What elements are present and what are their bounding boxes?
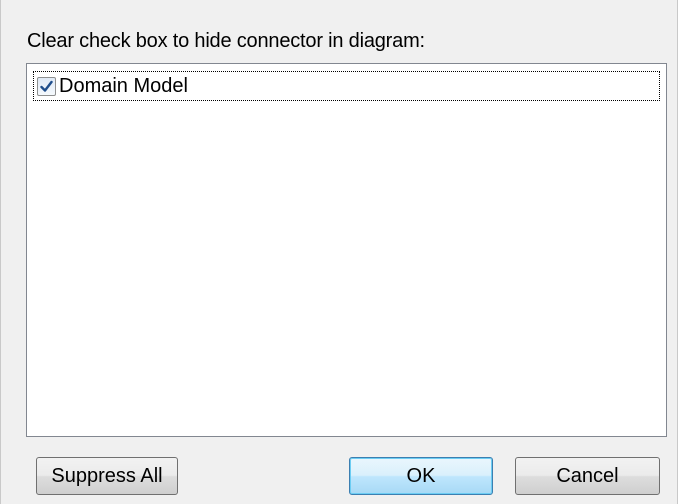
connector-list[interactable]: Domain Model — [26, 63, 667, 437]
hide-connectors-dialog: Clear check box to hide connector in dia… — [0, 0, 678, 504]
connector-list-item[interactable]: Domain Model — [33, 71, 660, 101]
connector-label: Domain Model — [59, 74, 188, 97]
instruction-label: Clear check box to hide connector in dia… — [27, 30, 425, 52]
ok-button[interactable]: OK — [349, 457, 493, 495]
checkmark-icon — [40, 80, 53, 92]
cancel-button[interactable]: Cancel — [515, 457, 660, 495]
suppress-all-button[interactable]: Suppress All — [36, 457, 178, 495]
connector-checkbox[interactable] — [37, 76, 56, 96]
